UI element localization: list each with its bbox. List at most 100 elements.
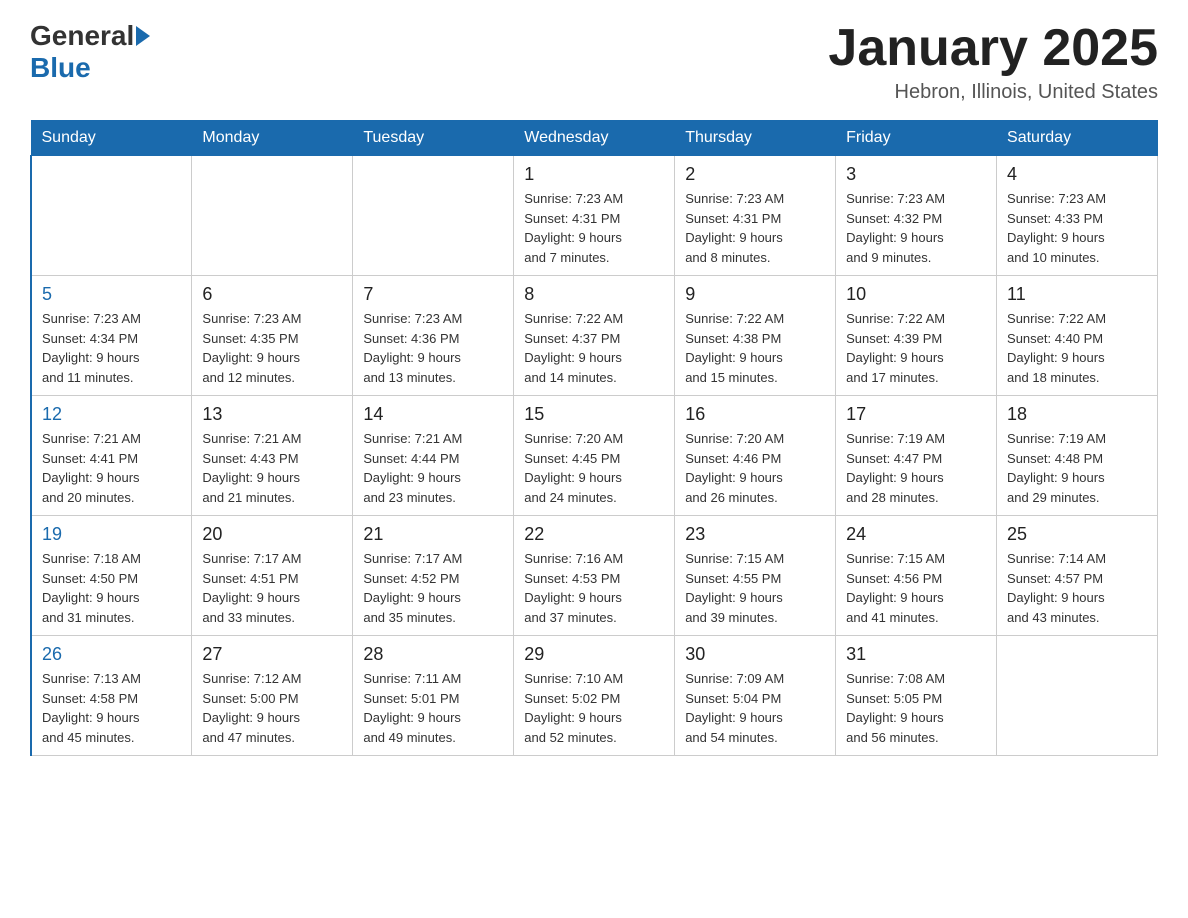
- day-number: 5: [42, 284, 181, 305]
- day-number: 29: [524, 644, 664, 665]
- calendar-cell: 19 Sunrise: 7:18 AM Sunset: 4:50 PM Dayli…: [31, 516, 192, 636]
- day-number: 24: [846, 524, 986, 545]
- day-info: Sunrise: 7:20 AM Sunset: 4:46 PM Dayligh…: [685, 429, 825, 507]
- week-row-3: 12Sunrise: 7:21 AM Sunset: 4:41 PM Dayli…: [31, 396, 1158, 516]
- logo-blue-text: Blue: [30, 52, 91, 84]
- day-info: Sunrise: 7:10 AM Sunset: 5:02 PM Dayligh…: [524, 669, 664, 747]
- day-number: 15: [524, 404, 664, 425]
- week-row-1: 1 Sunrise: 7:23 AM Sunset: 4:31 PM Daylig…: [31, 156, 1158, 276]
- day-number: 10: [846, 284, 986, 305]
- day-number: 19: [42, 524, 181, 545]
- day-info: Sunrise: 7:21 AM Sunset: 4:43 PM Dayligh…: [202, 429, 342, 507]
- col-header-sunday: Sunday: [31, 121, 192, 156]
- calendar-cell: [31, 156, 192, 276]
- day-info: Sunrise: 7:23 AM Sunset: 4:31 PM Dayligh…: [685, 189, 825, 267]
- month-title: January 2025: [828, 20, 1158, 77]
- day-number: 28: [363, 644, 503, 665]
- col-header-saturday: Saturday: [997, 121, 1158, 156]
- location: Hebron, Illinois, United States: [828, 81, 1158, 104]
- day-info: Sunrise: 7:08 AM Sunset: 5:05 PM Dayligh…: [846, 669, 986, 747]
- calendar-cell: 14 Sunrise: 7:21 AM Sunset: 4:44 PM Dayli…: [353, 396, 514, 516]
- day-number: 2: [685, 164, 825, 185]
- day-number: 3: [846, 164, 986, 185]
- calendar-cell: 18 Sunrise: 7:19 AM Sunset: 4:48 PM Dayli…: [997, 396, 1158, 516]
- day-info: Sunrise: 7:18 AM Sunset: 4:50 PM Dayligh…: [42, 549, 181, 627]
- day-info: Sunrise: 7:23 AM Sunset: 4:34 PM Dayligh…: [42, 309, 181, 387]
- calendar-cell: 12Sunrise: 7:21 AM Sunset: 4:41 PM Dayli…: [31, 396, 192, 516]
- day-info: Sunrise: 7:22 AM Sunset: 4:40 PM Dayligh…: [1007, 309, 1147, 387]
- day-info: Sunrise: 7:15 AM Sunset: 4:55 PM Dayligh…: [685, 549, 825, 627]
- day-info: Sunrise: 7:22 AM Sunset: 4:38 PM Dayligh…: [685, 309, 825, 387]
- calendar-cell: 24 Sunrise: 7:15 AM Sunset: 4:56 PM Dayli…: [836, 516, 997, 636]
- calendar-cell: 8 Sunrise: 7:22 AM Sunset: 4:37 PM Daylig…: [514, 276, 675, 396]
- day-number: 31: [846, 644, 986, 665]
- calendar-cell: 23 Sunrise: 7:15 AM Sunset: 4:55 PM Dayli…: [675, 516, 836, 636]
- calendar-cell: 17Sunrise: 7:19 AM Sunset: 4:47 PM Dayli…: [836, 396, 997, 516]
- day-number: 23: [685, 524, 825, 545]
- calendar-header-row: SundayMondayTuesdayWednesdayThursdayFrid…: [31, 121, 1158, 156]
- page-header: General Blue January 2025 Hebron, Illino…: [30, 20, 1158, 104]
- week-row-4: 19 Sunrise: 7:18 AM Sunset: 4:50 PM Dayli…: [31, 516, 1158, 636]
- day-number: 12: [42, 404, 181, 425]
- calendar-cell: 7Sunrise: 7:23 AM Sunset: 4:36 PM Daylig…: [353, 276, 514, 396]
- day-number: 6: [202, 284, 342, 305]
- calendar-cell: 11Sunrise: 7:22 AM Sunset: 4:40 PM Dayli…: [997, 276, 1158, 396]
- day-number: 27: [202, 644, 342, 665]
- col-header-monday: Monday: [192, 121, 353, 156]
- week-row-5: 26 Sunrise: 7:13 AM Sunset: 4:58 PM Dayli…: [31, 636, 1158, 756]
- logo-general-text: General: [30, 20, 134, 52]
- calendar-cell: [997, 636, 1158, 756]
- day-info: Sunrise: 7:23 AM Sunset: 4:33 PM Dayligh…: [1007, 189, 1147, 267]
- col-header-tuesday: Tuesday: [353, 121, 514, 156]
- calendar-cell: 9 Sunrise: 7:22 AM Sunset: 4:38 PM Daylig…: [675, 276, 836, 396]
- day-number: 4: [1007, 164, 1147, 185]
- calendar-cell: 21Sunrise: 7:17 AM Sunset: 4:52 PM Dayli…: [353, 516, 514, 636]
- calendar-cell: 4 Sunrise: 7:23 AM Sunset: 4:33 PM Daylig…: [997, 156, 1158, 276]
- calendar-cell: 20Sunrise: 7:17 AM Sunset: 4:51 PM Dayli…: [192, 516, 353, 636]
- calendar-cell: 6 Sunrise: 7:23 AM Sunset: 4:35 PM Daylig…: [192, 276, 353, 396]
- calendar-cell: 27 Sunrise: 7:12 AM Sunset: 5:00 PM Dayli…: [192, 636, 353, 756]
- day-number: 21: [363, 524, 503, 545]
- calendar-cell: [192, 156, 353, 276]
- day-number: 9: [685, 284, 825, 305]
- calendar-cell: [353, 156, 514, 276]
- day-number: 8: [524, 284, 664, 305]
- day-info: Sunrise: 7:20 AM Sunset: 4:45 PM Dayligh…: [524, 429, 664, 507]
- calendar-cell: 30Sunrise: 7:09 AM Sunset: 5:04 PM Dayli…: [675, 636, 836, 756]
- day-info: Sunrise: 7:23 AM Sunset: 4:36 PM Dayligh…: [363, 309, 503, 387]
- week-row-2: 5 Sunrise: 7:23 AM Sunset: 4:34 PM Daylig…: [31, 276, 1158, 396]
- col-header-wednesday: Wednesday: [514, 121, 675, 156]
- day-info: Sunrise: 7:15 AM Sunset: 4:56 PM Dayligh…: [846, 549, 986, 627]
- day-info: Sunrise: 7:13 AM Sunset: 4:58 PM Dayligh…: [42, 669, 181, 747]
- day-info: Sunrise: 7:14 AM Sunset: 4:57 PM Dayligh…: [1007, 549, 1147, 627]
- day-info: Sunrise: 7:23 AM Sunset: 4:31 PM Dayligh…: [524, 189, 664, 267]
- day-info: Sunrise: 7:23 AM Sunset: 4:32 PM Dayligh…: [846, 189, 986, 267]
- calendar-cell: 29 Sunrise: 7:10 AM Sunset: 5:02 PM Dayli…: [514, 636, 675, 756]
- day-info: Sunrise: 7:12 AM Sunset: 5:00 PM Dayligh…: [202, 669, 342, 747]
- day-number: 18: [1007, 404, 1147, 425]
- col-header-friday: Friday: [836, 121, 997, 156]
- day-info: Sunrise: 7:21 AM Sunset: 4:44 PM Dayligh…: [363, 429, 503, 507]
- calendar-cell: 13Sunrise: 7:21 AM Sunset: 4:43 PM Dayli…: [192, 396, 353, 516]
- day-info: Sunrise: 7:11 AM Sunset: 5:01 PM Dayligh…: [363, 669, 503, 747]
- day-number: 26: [42, 644, 181, 665]
- day-info: Sunrise: 7:19 AM Sunset: 4:48 PM Dayligh…: [1007, 429, 1147, 507]
- day-info: Sunrise: 7:22 AM Sunset: 4:37 PM Dayligh…: [524, 309, 664, 387]
- calendar-cell: 26 Sunrise: 7:13 AM Sunset: 4:58 PM Dayli…: [31, 636, 192, 756]
- day-number: 14: [363, 404, 503, 425]
- logo: General Blue: [30, 20, 150, 84]
- day-number: 16: [685, 404, 825, 425]
- title-block: January 2025 Hebron, Illinois, United St…: [828, 20, 1158, 104]
- day-info: Sunrise: 7:19 AM Sunset: 4:47 PM Dayligh…: [846, 429, 986, 507]
- calendar-cell: 31 Sunrise: 7:08 AM Sunset: 5:05 PM Dayli…: [836, 636, 997, 756]
- day-info: Sunrise: 7:17 AM Sunset: 4:51 PM Dayligh…: [202, 549, 342, 627]
- calendar-cell: 1 Sunrise: 7:23 AM Sunset: 4:31 PM Daylig…: [514, 156, 675, 276]
- day-info: Sunrise: 7:09 AM Sunset: 5:04 PM Dayligh…: [685, 669, 825, 747]
- calendar-cell: 16 Sunrise: 7:20 AM Sunset: 4:46 PM Dayli…: [675, 396, 836, 516]
- day-number: 1: [524, 164, 664, 185]
- day-info: Sunrise: 7:23 AM Sunset: 4:35 PM Dayligh…: [202, 309, 342, 387]
- calendar-cell: 5 Sunrise: 7:23 AM Sunset: 4:34 PM Daylig…: [31, 276, 192, 396]
- calendar-cell: 15 Sunrise: 7:20 AM Sunset: 4:45 PM Dayli…: [514, 396, 675, 516]
- calendar-cell: 10Sunrise: 7:22 AM Sunset: 4:39 PM Dayli…: [836, 276, 997, 396]
- calendar-cell: 25Sunrise: 7:14 AM Sunset: 4:57 PM Dayli…: [997, 516, 1158, 636]
